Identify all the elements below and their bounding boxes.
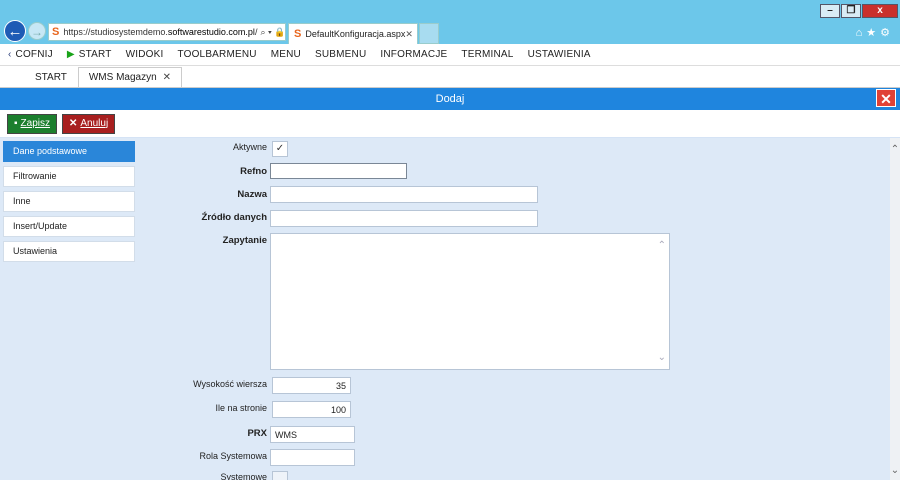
aktywne-label: Aktywne: [232, 142, 267, 152]
form-content: Dane podstawowe Filtrowanie Inne Insert/…: [0, 138, 900, 480]
rola-systemowa-label: Rola Systemowa: [199, 451, 267, 461]
scroll-down-icon[interactable]: ⌄: [890, 465, 900, 476]
side-nav-dane-podstawowe[interactable]: Dane podstawowe: [3, 141, 135, 162]
play-icon: ▶: [66, 49, 75, 60]
refno-label: Refno: [240, 166, 267, 177]
prx-label: PRX: [247, 428, 267, 439]
close-icon[interactable]: ✕: [163, 72, 171, 83]
menu-item-informacje[interactable]: INFORMACJE: [380, 49, 447, 60]
nazwa-input[interactable]: [270, 186, 538, 203]
browser-toolbar-icons[interactable]: ⌂★⚙: [856, 26, 894, 39]
new-tab-button[interactable]: [419, 23, 439, 44]
systemowe-checkbox[interactable]: [272, 471, 288, 480]
zrodlo-danych-label: Źródło danych: [201, 212, 267, 223]
menu-item-ustawienia[interactable]: USTAWIENIA: [528, 49, 591, 60]
window-controls: – ❐ x: [820, 4, 898, 18]
scrollbar[interactable]: ⌃ ⌄: [890, 138, 900, 480]
cancel-button[interactable]: ✕ Anuluj: [62, 113, 116, 134]
nazwa-label: Nazwa: [237, 189, 267, 200]
scroll-up-icon[interactable]: ⌃: [890, 144, 900, 155]
floppy-disk-icon: ▪: [14, 117, 18, 129]
side-nav-ustawienia[interactable]: Ustawienia: [3, 241, 135, 262]
cross-icon: ✕: [69, 117, 78, 129]
ile-na-stronie-input[interactable]: 100: [272, 401, 351, 418]
maximize-button[interactable]: ❐: [841, 4, 861, 18]
menu-item-menu[interactable]: MENU: [271, 49, 301, 60]
window-close-button[interactable]: x: [862, 4, 898, 18]
dialog-title: Dodaj: [435, 93, 465, 105]
zapytanie-textarea[interactable]: ⌃ ⌄: [270, 233, 670, 370]
chevron-up-icon[interactable]: ⌃: [658, 240, 666, 251]
tab-wms-magazyn[interactable]: WMS Magazyn ✕: [77, 67, 183, 87]
dialog-header: Dodaj ✕: [0, 88, 900, 110]
browser-tab[interactable]: S DefaultKonfiguracja.aspx ✕: [288, 23, 418, 44]
gear-icon[interactable]: ⚙: [880, 27, 894, 39]
aktywne-checkbox[interactable]: ✓: [272, 141, 288, 157]
side-nav-insert-update[interactable]: Insert/Update: [3, 216, 135, 237]
wysokosc-wiersza-input[interactable]: 35: [272, 377, 351, 394]
home-icon[interactable]: ⌂: [856, 27, 867, 39]
address-url: https://studiosystemdemo.softwarestudio.…: [63, 27, 258, 37]
refno-input[interactable]: [270, 163, 407, 179]
zrodlo-danych-input[interactable]: [270, 210, 538, 227]
address-bar[interactable]: S https://studiosystemdemo.softwarestudi…: [48, 23, 286, 41]
menu-item-submenu[interactable]: SUBMENU: [315, 49, 366, 60]
browser-chrome: – ❐ x ← → S https://studiosystemdemo.sof…: [0, 0, 900, 44]
browser-tab-title: DefaultKonfiguracja.aspx: [305, 29, 406, 39]
menu-item-terminal[interactable]: TERMINAL: [461, 49, 513, 60]
app-menu-bar: ‹ COFNIJ ▶ START WIDOKI TOOLBARMENU MENU S…: [0, 44, 900, 66]
wysokosc-wiersza-label: Wysokość wiersza: [193, 379, 267, 389]
menu-item-toolbarmenu[interactable]: TOOLBARMENU: [177, 49, 256, 60]
tab-favicon-icon: S: [294, 28, 302, 40]
prx-input[interactable]: WMS: [270, 426, 355, 443]
side-nav-inne[interactable]: Inne: [3, 191, 135, 212]
systemowe-label: Systemowe: [220, 472, 267, 480]
toolbar: ▪ Zapisz ✕ Anuluj: [0, 110, 900, 138]
menu-item-cofnij[interactable]: ‹ COFNIJ: [8, 49, 53, 60]
chevron-left-icon: ‹: [8, 49, 12, 60]
chevron-down-icon[interactable]: ⌄: [658, 352, 666, 363]
star-icon[interactable]: ★: [866, 27, 880, 39]
site-logo-icon: S: [52, 26, 60, 38]
save-button[interactable]: ▪ Zapisz: [7, 113, 57, 134]
address-bar-icons[interactable]: ⌕ ▾ 🔒 ↻: [260, 27, 285, 38]
zapytanie-label: Zapytanie: [222, 235, 267, 246]
side-nav: Dane podstawowe Filtrowanie Inne Insert/…: [3, 141, 135, 266]
side-nav-filtrowanie[interactable]: Filtrowanie: [3, 166, 135, 187]
app-tabs: START WMS Magazyn ✕: [0, 66, 900, 88]
ile-na-stronie-label: Ile na stronie: [215, 403, 267, 413]
rola-systemowa-input[interactable]: [270, 449, 355, 466]
menu-item-start[interactable]: ▶ START: [67, 49, 112, 60]
back-arrow-icon[interactable]: ←: [4, 20, 26, 42]
minimize-button[interactable]: –: [820, 4, 840, 18]
dialog-close-button[interactable]: ✕: [876, 89, 896, 107]
menu-item-widoki[interactable]: WIDOKI: [126, 49, 164, 60]
tab-close-icon[interactable]: ✕: [405, 29, 413, 40]
tab-start[interactable]: START: [24, 67, 78, 87]
forward-arrow-icon[interactable]: →: [28, 22, 46, 40]
